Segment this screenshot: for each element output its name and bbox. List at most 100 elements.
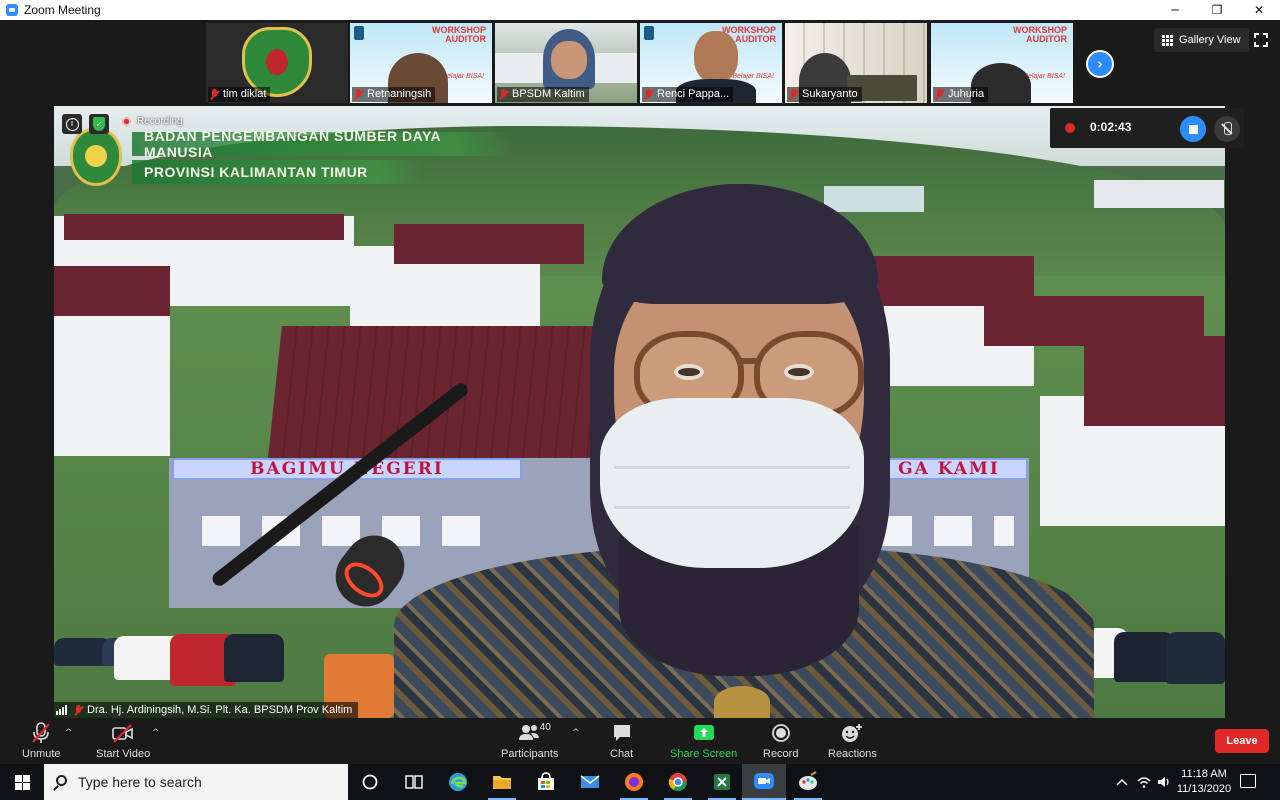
participant-tile[interactable]: WORKSHOP AUDITOR Belajar BISA! Retnaning… xyxy=(350,23,492,103)
workshop-tagline: Belajar BISA! xyxy=(732,73,774,80)
participant-name-tag: Juhuria xyxy=(933,87,989,102)
start-button[interactable] xyxy=(0,764,44,800)
record-button[interactable]: Record xyxy=(763,722,798,760)
participant-count: 40 xyxy=(539,722,551,733)
reactions-icon xyxy=(840,722,864,744)
participants-options-caret[interactable]: ^ xyxy=(572,728,580,738)
building-banner-right: GA KAMI xyxy=(870,458,1028,480)
share-screen-button[interactable]: Share Screen xyxy=(670,722,737,760)
close-button[interactable]: ✕ xyxy=(1238,0,1280,20)
windows-logo-icon xyxy=(14,774,30,790)
participant-tile[interactable]: WORKSHOP AUDITOR Belajar BISA! Juhuria xyxy=(931,23,1073,103)
zoom-window: Zoom Meeting ─ ❐ ✕ tim diklat WORKSHOP A… xyxy=(0,0,1280,800)
minimize-button[interactable]: ─ xyxy=(1154,0,1196,20)
zoom-taskbar-icon[interactable] xyxy=(742,764,786,800)
windows xyxy=(874,516,1014,546)
encryption-shield-icon[interactable]: ✓ xyxy=(89,114,109,134)
recording-label: Recording xyxy=(137,116,183,127)
next-page-button[interactable]: › xyxy=(1086,50,1114,78)
cortana-icon[interactable] xyxy=(348,764,392,800)
mic-muted-icon xyxy=(354,89,363,100)
share-screen-label: Share Screen xyxy=(670,748,738,760)
audio-options-caret[interactable]: ^ xyxy=(65,728,73,738)
start-video-button[interactable]: Start Video xyxy=(96,722,150,760)
glasses-bridge xyxy=(741,358,761,364)
notification-center-icon[interactable] xyxy=(1240,774,1256,788)
mic-muted-icon xyxy=(935,89,944,100)
windows-taskbar: Type here to search 11:18 AM 11/13/2020 xyxy=(0,764,1280,800)
participant-tile[interactable]: WORKSHOP AUDITOR Belajar BISA! Renci Pap… xyxy=(640,23,782,103)
video-options-caret[interactable]: ^ xyxy=(152,728,160,738)
taskbar-search-box[interactable]: Type here to search xyxy=(44,764,348,800)
chat-button[interactable]: Chat xyxy=(610,722,633,760)
title-bar: Zoom Meeting ─ ❐ ✕ xyxy=(0,0,1280,20)
participant-tile[interactable]: BPSDM Kaltim xyxy=(495,23,637,103)
participant-tile[interactable]: tim diklat xyxy=(206,23,348,103)
store-icon[interactable] xyxy=(524,764,568,800)
car xyxy=(1114,632,1174,682)
system-clock[interactable]: 11:18 AM 11/13/2020 xyxy=(1170,767,1238,797)
building-roof xyxy=(64,214,344,240)
mic-muted-icon xyxy=(789,89,798,100)
active-speaker-video[interactable]: BAGIMU NEGERI GA KAMI BADAN PENGEMBANG xyxy=(54,106,1225,718)
org-name-line1: BADAN PENGEMBANGAN SUMBER DAYA MANUSIA xyxy=(132,128,512,160)
speaker-brooch xyxy=(714,686,770,718)
record-icon xyxy=(770,722,792,744)
start-video-label: Start Video xyxy=(96,748,151,760)
participants-label: Participants xyxy=(501,748,559,760)
excel-icon[interactable] xyxy=(700,764,744,800)
file-explorer-icon[interactable] xyxy=(480,764,524,800)
recording-dot-icon xyxy=(1065,123,1075,133)
gallery-strip: tim diklat WORKSHOP AUDITOR Belajar BISA… xyxy=(0,20,1280,106)
participant-name: tim diklat xyxy=(223,88,267,100)
participant-name: Renci Pappa... xyxy=(657,88,730,100)
reactions-button[interactable]: Reactions xyxy=(828,722,877,760)
participant-name-tag: Sukaryanto xyxy=(787,87,862,102)
car xyxy=(1166,632,1225,684)
clock-date: 11/13/2020 xyxy=(1176,783,1232,795)
network-icon[interactable] xyxy=(1134,764,1154,800)
car xyxy=(224,634,284,682)
windows xyxy=(202,516,502,546)
stop-recording-button[interactable] xyxy=(1180,116,1206,142)
mail-icon[interactable] xyxy=(568,764,612,800)
participant-name-tag: Renci Pappa... xyxy=(642,87,734,102)
mic-muted-icon xyxy=(31,722,51,744)
org-name-line2: PROVINSI KALIMANTAN TIMUR xyxy=(132,160,422,184)
firefox-icon[interactable] xyxy=(612,764,656,800)
info-glyph: i xyxy=(65,117,79,131)
search-icon xyxy=(56,775,67,786)
search-placeholder: Type here to search xyxy=(78,774,202,790)
shield-glyph: ✓ xyxy=(93,117,105,131)
paint-icon[interactable] xyxy=(786,764,830,800)
speaker-name: Dra. Hj. Ardiningsih, M.Si. Plt. Ka. BPS… xyxy=(87,704,353,716)
speaker-name-tag: Dra. Hj. Ardiningsih, M.Si. Plt. Ka. BPS… xyxy=(54,702,359,718)
edge-icon[interactable] xyxy=(436,764,480,800)
participant-tile[interactable]: Sukaryanto xyxy=(785,23,927,103)
participant-name: BPSDM Kaltim xyxy=(512,88,585,100)
mute-recording-button[interactable] xyxy=(1214,116,1240,142)
participant-name-tag: tim diklat xyxy=(208,87,271,102)
unmute-button[interactable]: Unmute xyxy=(22,722,61,760)
meeting-info-icon[interactable]: i xyxy=(62,114,82,134)
building xyxy=(1094,180,1224,208)
clock-time: 11:18 AM xyxy=(1181,768,1227,780)
leave-button[interactable]: Leave xyxy=(1215,729,1269,753)
gallery-view-label: Gallery View xyxy=(1179,34,1241,46)
video-off-icon xyxy=(111,722,135,744)
participants-button[interactable]: 40 Participants xyxy=(501,722,558,760)
fullscreen-icon[interactable] xyxy=(1254,33,1268,47)
workshop-title: WORKSHOP AUDITOR xyxy=(432,25,486,44)
maximize-button[interactable]: ❐ xyxy=(1196,0,1238,20)
chat-label: Chat xyxy=(610,748,634,760)
recording-panel: 0:02:43 xyxy=(1050,108,1244,148)
gallery-view-button[interactable]: Gallery View xyxy=(1154,28,1249,52)
connection-signal-icon xyxy=(56,705,68,715)
building-roof xyxy=(984,296,1204,346)
chrome-icon[interactable] xyxy=(656,764,700,800)
building-roof xyxy=(54,266,170,316)
org-logo-icon xyxy=(70,128,122,186)
recording-timer: 0:02:43 xyxy=(1090,120,1132,134)
task-view-icon[interactable] xyxy=(392,764,436,800)
tray-overflow-icon[interactable] xyxy=(1112,764,1132,800)
